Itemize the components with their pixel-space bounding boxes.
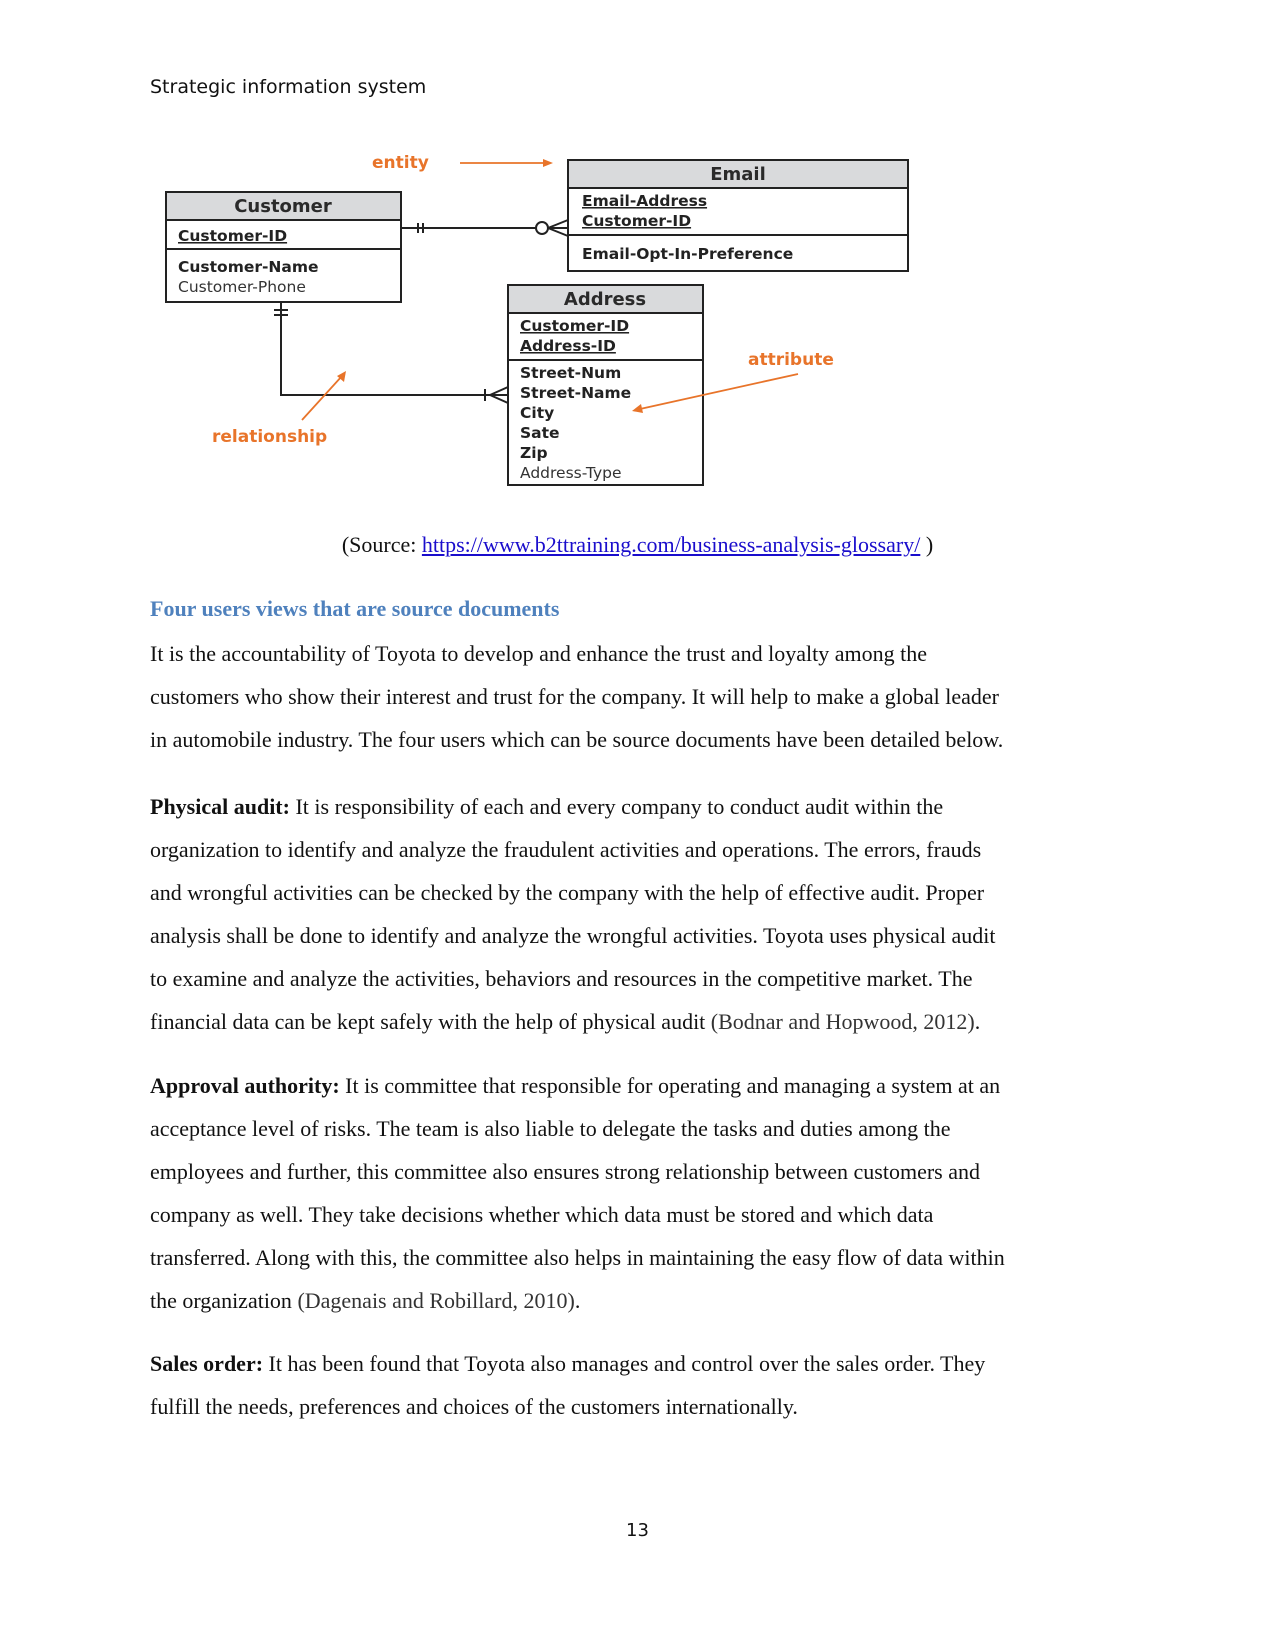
- text-line: customers who show their interest and tr…: [150, 684, 1000, 709]
- text-line: It is committee that responsible for ope…: [339, 1073, 1001, 1098]
- attribute: Email-Opt-In-Preference: [582, 245, 793, 263]
- arrow-right-icon: [543, 159, 553, 167]
- figure-source: (Source: https://www.b2ttraining.com/bus…: [0, 532, 1275, 558]
- er-diagram: Customer Customer-ID Customer-Name Custo…: [165, 153, 909, 486]
- text-line: fulfill the needs, preferences and choic…: [150, 1394, 798, 1419]
- intro-paragraph: It is the accountability of Toyota to de…: [150, 632, 1130, 761]
- text-line: company as well. They take decisions whe…: [150, 1202, 934, 1227]
- text-line: It is the accountability of Toyota to de…: [150, 641, 928, 666]
- text-line: organization to identify and analyze the…: [150, 837, 982, 862]
- annotation-entity: entity: [372, 153, 553, 173]
- page-number: 13: [626, 1520, 649, 1541]
- relationship-customer-email: [401, 219, 569, 237]
- sentence-end: .: [574, 1288, 581, 1313]
- text-line: It has been found that Toyota also manag…: [263, 1351, 986, 1376]
- attribute: Customer-Name: [178, 258, 319, 276]
- text-line: analysis shall be done to identify and a…: [150, 923, 996, 948]
- term-label: Sales order:: [150, 1351, 264, 1376]
- entity-title: Address: [564, 289, 646, 310]
- attribute: City: [520, 404, 554, 422]
- attribute: Street-Name: [520, 384, 631, 402]
- text-line: in automobile industry. The four users w…: [150, 727, 1004, 752]
- entity-email: Email Email-Address Customer-ID Email-Op…: [567, 159, 909, 272]
- text-line: employees and further, this committee al…: [150, 1159, 981, 1184]
- attribute: Sate: [520, 424, 560, 442]
- annotation-label: entity: [372, 153, 429, 173]
- primary-key: Address-ID: [520, 337, 616, 355]
- paragraph-approval-authority: Approval authority: It is committee that…: [150, 1064, 1130, 1322]
- primary-key: Customer-ID: [520, 317, 629, 335]
- paragraph-physical-audit: Physical audit: It is responsibility of …: [150, 785, 1130, 1043]
- attribute: Street-Num: [520, 364, 621, 382]
- text-line: the organization: [150, 1288, 298, 1313]
- term-label: Approval authority:: [150, 1073, 340, 1098]
- text-line: acceptance level of risks. The team is a…: [150, 1116, 951, 1141]
- annotation-label: relationship: [212, 427, 327, 447]
- attribute: Address-Type: [520, 464, 622, 482]
- text-line: and wrongful activities can be checked b…: [150, 880, 985, 905]
- source-link[interactable]: https://www.b2ttraining.com/business-ana…: [422, 532, 920, 557]
- paragraph-sales-order: Sales order: It has been found that Toyo…: [150, 1342, 1130, 1428]
- source-suffix: ): [920, 532, 934, 557]
- text-line: transferred. Along with this, the commit…: [150, 1245, 1005, 1270]
- attribute: Zip: [520, 444, 548, 462]
- annotation-relationship: relationship: [212, 371, 346, 447]
- entity-title: Email: [710, 164, 766, 185]
- text-line: to examine and analyze the activities, b…: [150, 966, 973, 991]
- citation: (Bodnar and Hopwood, 2012): [710, 1009, 975, 1034]
- citation: (Dagenais and Robillard, 2010): [297, 1288, 575, 1313]
- attribute: Customer-Phone: [178, 278, 306, 296]
- primary-key: Customer-ID: [582, 212, 691, 230]
- entity-title: Customer: [234, 196, 332, 217]
- text-line: financial data can be kept safely with t…: [150, 1009, 711, 1034]
- entity-customer: Customer Customer-ID Customer-Name Custo…: [165, 191, 402, 303]
- primary-key: Customer-ID: [178, 227, 287, 245]
- annotation-label: attribute: [748, 350, 834, 370]
- section-heading: Four users views that are source documen…: [150, 596, 560, 621]
- running-header: Strategic information system: [150, 76, 427, 98]
- entity-address: Address Customer-ID Address-ID Street-Nu…: [507, 284, 704, 486]
- source-prefix: (Source:: [341, 532, 422, 557]
- term-label: Physical audit:: [150, 794, 290, 819]
- relationship-customer-address: [274, 302, 509, 404]
- primary-key: Email-Address: [582, 192, 707, 210]
- sentence-end: .: [974, 1009, 981, 1034]
- text-line: It is responsibility of each and every c…: [289, 794, 944, 819]
